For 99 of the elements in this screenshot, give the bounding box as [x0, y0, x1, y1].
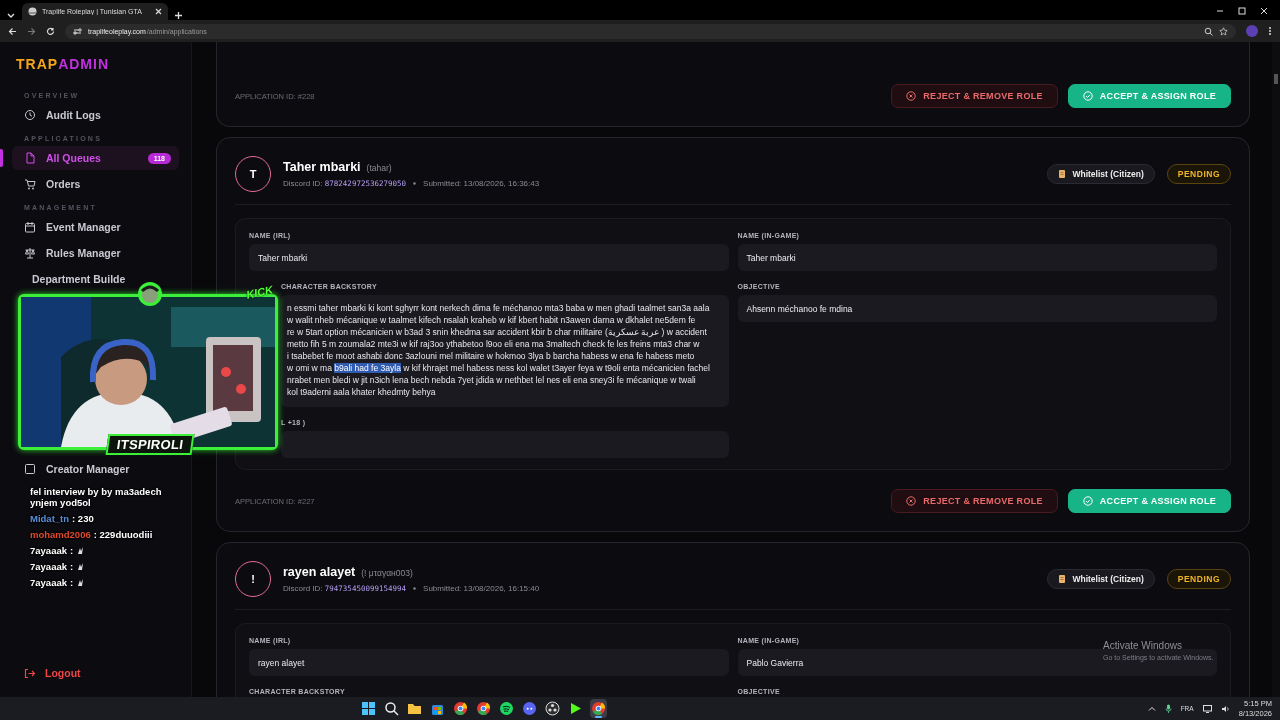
chat-username: 7ayaaak	[30, 561, 67, 572]
backstory-line: w omi w ma b9ali had fe 3ayla w kif khrajet mel habess ness kol walet t3ayer feya w t9oli enta mécanicien fachel	[287, 364, 711, 374]
taskbar-app[interactable]	[544, 699, 561, 718]
browser-icon	[590, 700, 607, 717]
scroll-icon	[1058, 574, 1067, 585]
reload-icon[interactable]	[46, 26, 55, 36]
backstory-line: w walit nheb mécanique w taalmet kifech nsalah kraheb w kif kbert habit n3awen darna w dkhalet ne5dem fe	[287, 316, 697, 326]
sidebar-item[interactable]: Audit Logs	[12, 103, 179, 127]
platform-logo: KICK	[245, 283, 274, 301]
chat-message: fel interview by by ma3adech ynjem yod5ol	[30, 486, 163, 508]
chat-message: :	[70, 561, 74, 572]
taskbar-app[interactable]	[498, 699, 515, 718]
chat-username: mohamd2006	[30, 529, 91, 540]
speaker-icon[interactable]	[1220, 704, 1230, 713]
chat-message: : 229duuodiii	[93, 529, 153, 540]
search-icon	[383, 700, 400, 717]
backstory-line: nrabet men bledi w jit n3ich lena bech nebda 7yet jdida w nethbet lel nes eli ena sney3i fe mécanique w twali	[287, 376, 697, 386]
text-field[interactable]	[281, 431, 729, 459]
applicant-handle: (tahar)	[366, 163, 392, 173]
chat-username: 7ayaaak	[30, 577, 67, 588]
logout-icon	[24, 667, 35, 679]
zoom-icon[interactable]	[1204, 26, 1213, 36]
chat-message: :	[70, 545, 74, 556]
taskbar-app[interactable]	[590, 699, 607, 718]
browser-icon	[475, 700, 492, 717]
submitted-date: Submitted: 13/08/2026, 16:36:43	[423, 179, 540, 188]
scales-icon	[24, 247, 36, 259]
scroll-icon	[1058, 169, 1067, 179]
recorder-icon	[544, 700, 561, 717]
chevron-up-icon[interactable]	[1147, 704, 1156, 713]
backstory-line: n essmi taher mbarki ki kont sghyrr kont nerkech dima fe méchanoo mta3 baba w men ghadi taalmet san3a aala	[287, 304, 711, 314]
minimize-icon[interactable]	[1216, 7, 1224, 15]
sidebar-item[interactable]: Event Manager	[12, 215, 179, 239]
separator-dot-icon	[413, 587, 417, 591]
close-icon[interactable]	[1260, 7, 1268, 15]
active-indicator	[0, 149, 3, 167]
taskbar-app[interactable]	[383, 699, 400, 718]
separator-dot-icon	[413, 182, 417, 185]
chat-message: :	[70, 577, 74, 588]
sidebar-item[interactable]: Creator Manager	[12, 457, 179, 481]
sidebar-item[interactable]: Orders	[12, 172, 179, 196]
text-field[interactable]: Taher mbarki	[249, 244, 729, 271]
text-field[interactable]: rayen alayet	[249, 649, 729, 677]
sidebar-item[interactable]: Rules Manager	[12, 241, 179, 265]
close-icon[interactable]	[155, 8, 162, 15]
applicant-handle: (! μταγαн003)	[361, 568, 413, 579]
forward-icon[interactable]	[27, 26, 36, 36]
status-badge: PENDING	[1166, 164, 1231, 184]
site-icon	[28, 7, 37, 16]
role-badge: Whitelist (Citizen)	[1047, 569, 1155, 590]
role-badge: Whitelist (Citizen)	[1047, 164, 1155, 184]
taskbar-app[interactable]	[452, 699, 469, 718]
backstory-line: i tsabebet fe moot ashabi donc 3azlouni mel militaire w hokmoo 3lya b barcha habess w ena fe habess meto	[287, 352, 696, 362]
square-icon	[24, 463, 36, 475]
cancel-icon	[906, 496, 917, 507]
back-icon[interactable]	[8, 26, 17, 36]
chat-message: : 230	[72, 513, 94, 524]
submitted-date: Submitted: 13/08/2026, 16:15:40	[423, 584, 540, 594]
sidebar-item[interactable]: Department Builde	[12, 267, 179, 291]
backstory-line: re w 5tart option mécanicien w b3ad 3 snin khedma sar accident kbir b char militaire (عربة عسكرية ) w accident	[287, 328, 708, 338]
backstory-line: metto fih 5 m zoumala2 mte3i w kif raj3oo ythabetoo l9oo eli ena ma 3maltech check fe les freins mta3 char w	[287, 340, 701, 350]
menu-icon[interactable]	[1268, 26, 1272, 36]
browser-icon	[452, 700, 469, 717]
document-icon	[24, 152, 36, 164]
backstory-field[interactable]	[281, 295, 729, 408]
star-icon[interactable]	[1219, 26, 1228, 36]
site-info-icon[interactable]	[73, 26, 82, 36]
scrollbar-thumb[interactable]	[1274, 74, 1278, 84]
calendar-icon	[24, 221, 36, 233]
maximize-icon[interactable]	[1238, 7, 1246, 15]
logo-text: ADMIN	[58, 56, 109, 72]
check-circle-icon	[1082, 496, 1093, 507]
chat-username: Midat_tn	[30, 513, 70, 524]
taskbar-app[interactable]	[360, 699, 377, 718]
chat-icon	[521, 700, 538, 717]
history-icon	[24, 109, 36, 121]
activation-title: Activate Windows	[1103, 640, 1183, 651]
music-icon	[498, 700, 515, 717]
windows-icon	[360, 700, 377, 717]
taskbar-app[interactable]	[475, 699, 492, 718]
reject-button[interactable]: REJECT & REMOVE ROLE	[891, 84, 1058, 108]
logo-text: TRAP	[16, 56, 59, 72]
reject-button[interactable]: REJECT & REMOVE ROLE	[891, 489, 1058, 514]
cart-icon	[24, 178, 36, 190]
backstory-line: kol t9aderni aala khater khedmty behya	[287, 388, 437, 398]
applicant-name: Taher mbarki	[283, 160, 361, 174]
status-badge: PENDING	[1166, 569, 1231, 590]
chat-username: 7ayaaak	[30, 545, 67, 556]
text-field[interactable]: Taher mbarki	[737, 244, 1217, 271]
microphone-icon[interactable]	[1164, 704, 1172, 713]
text-field[interactable]: Ahsenn méchanoo fe mdina	[737, 295, 1217, 322]
new-tab-icon[interactable]	[174, 11, 183, 20]
streamer-name: ITSPIROLI	[105, 434, 195, 455]
taskbar-app[interactable]	[521, 699, 538, 718]
applicant-name: rayen alayet	[283, 565, 356, 580]
check-circle-icon	[1082, 91, 1093, 101]
network-icon[interactable]	[1202, 704, 1212, 713]
logout-link[interactable]: Logout	[12, 661, 179, 685]
cancel-icon	[906, 91, 917, 101]
